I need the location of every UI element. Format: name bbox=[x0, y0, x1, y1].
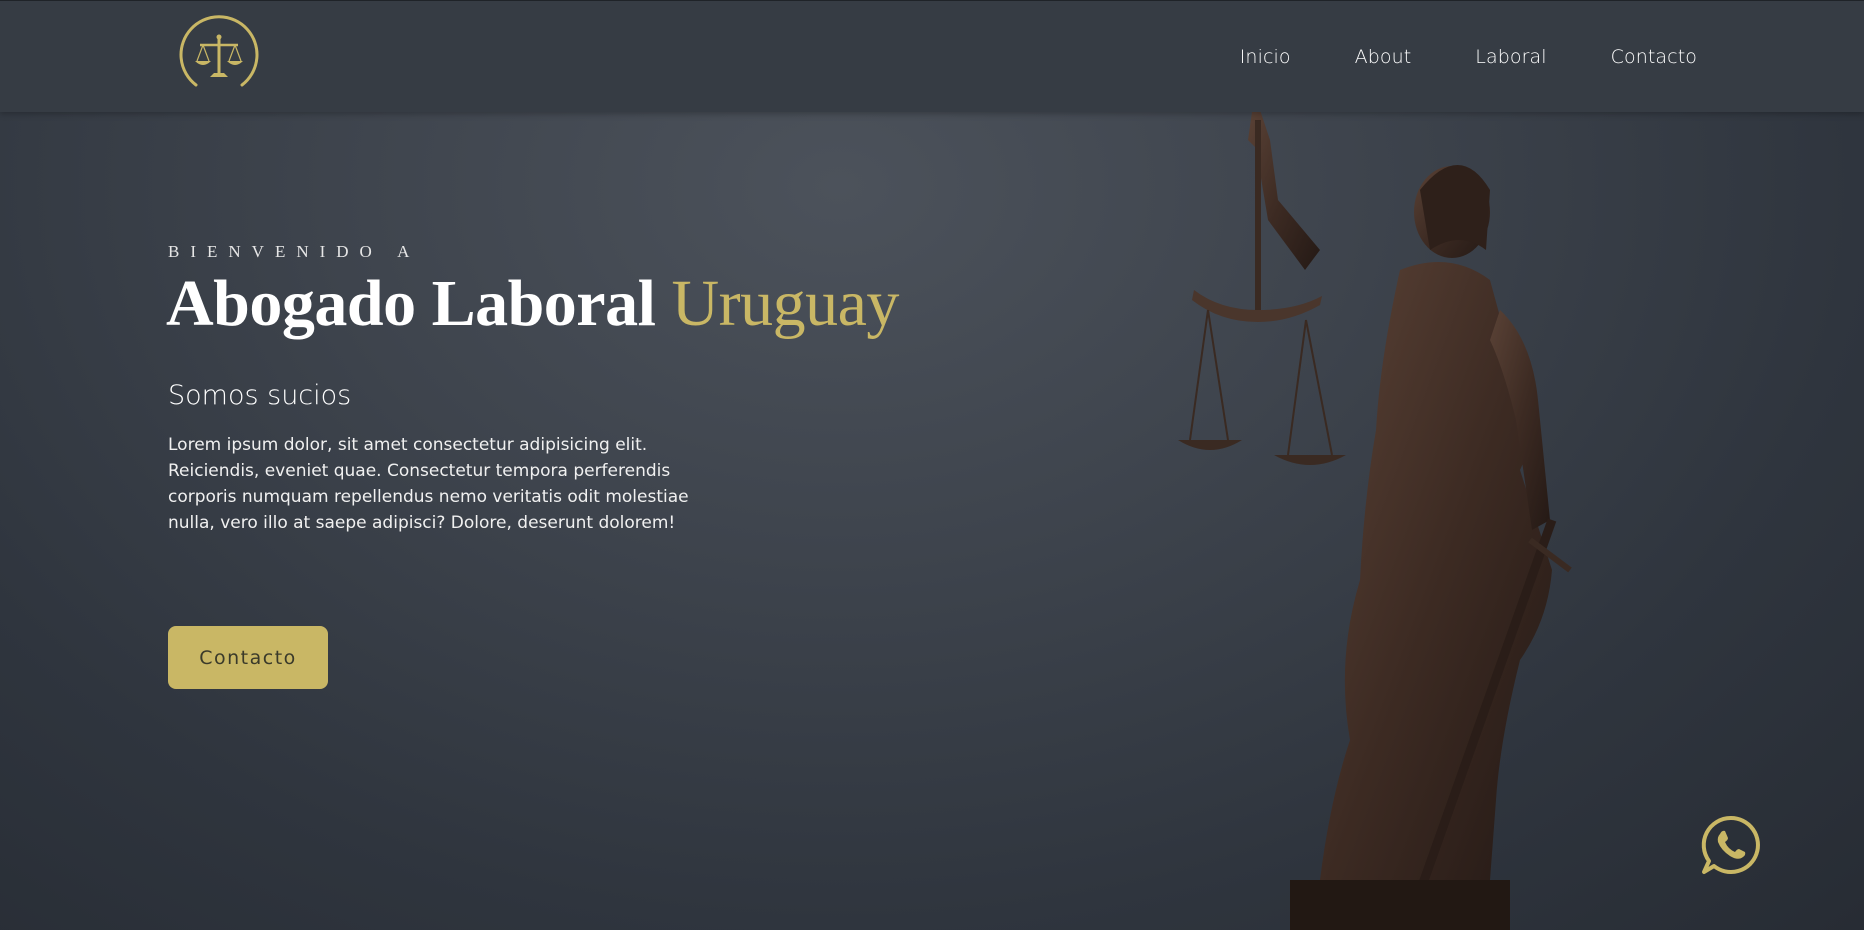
hero-title: Abogado Laboral Uruguay bbox=[166, 267, 899, 341]
whatsapp-icon[interactable] bbox=[1700, 814, 1762, 876]
nav-link-about[interactable]: About bbox=[1355, 46, 1412, 68]
contacto-button[interactable]: Contacto bbox=[168, 626, 328, 689]
hero-title-accent: Uruguay bbox=[671, 267, 899, 340]
hero-subtitle: Somos sucios bbox=[168, 380, 352, 411]
nav-link-laboral[interactable]: Laboral bbox=[1475, 46, 1546, 68]
nav-link-contacto[interactable]: Contacto bbox=[1611, 46, 1697, 68]
nav-menu: Inicio About Laboral Contacto bbox=[1240, 45, 1697, 69]
navbar: Inicio About Laboral Contacto bbox=[0, 0, 1864, 112]
scales-of-justice-icon[interactable] bbox=[178, 15, 260, 97]
hero-eyebrow: BIENVENIDO A bbox=[168, 242, 421, 261]
hero-description: Lorem ipsum dolor, sit amet consectetur … bbox=[168, 435, 689, 533]
hero-title-main: Abogado Laboral bbox=[166, 267, 656, 340]
lady-justice-statue bbox=[1178, 110, 1572, 930]
nav-link-inicio[interactable]: Inicio bbox=[1240, 46, 1291, 68]
